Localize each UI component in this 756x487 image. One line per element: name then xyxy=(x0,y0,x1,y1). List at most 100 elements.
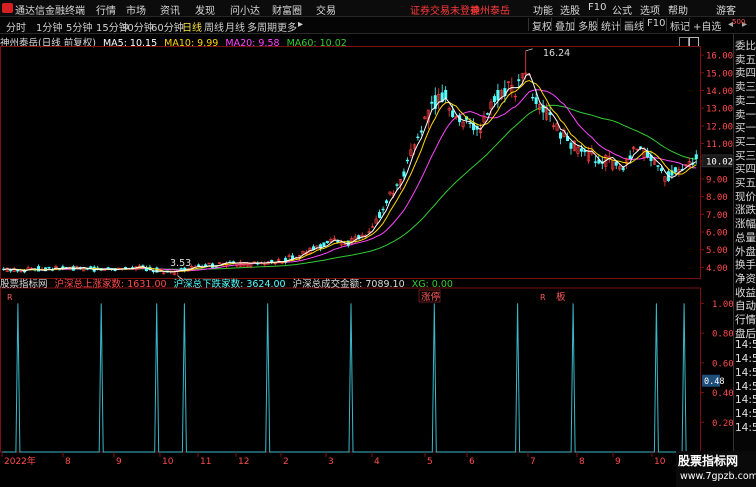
tab-fenshi[interactable]: 分时 xyxy=(6,19,26,34)
time-tick-label: 9 xyxy=(615,457,621,466)
sub-tick-label: 0.20 xyxy=(712,419,733,429)
tab-day[interactable]: 日线 xyxy=(182,19,202,34)
candle-body xyxy=(673,167,677,173)
menu-item-bangzhu[interactable]: 帮助 xyxy=(668,2,688,17)
site-watermark: 股票指标网 www.7gpzb.com xyxy=(676,451,756,487)
menu-item-jiaoyi[interactable]: 交易 xyxy=(316,2,336,17)
strip-item[interactable]: 盘后 xyxy=(735,326,756,339)
strip-item[interactable]: 现价 xyxy=(735,189,756,202)
candle-body xyxy=(381,208,385,211)
tab-5min[interactable]: 5分钟 xyxy=(66,19,92,34)
strip-item[interactable]: 涨跌 xyxy=(735,202,756,215)
strip-item[interactable]: 卖三 xyxy=(735,79,756,92)
strip-item[interactable]: 14:5 xyxy=(735,367,756,380)
rights-tag-1: R xyxy=(7,293,13,302)
btn-biaoji[interactable]: 标记 xyxy=(666,18,690,33)
menu-item-xuangu[interactable]: 选股 xyxy=(560,2,580,17)
candle-body xyxy=(496,89,500,101)
price-tick-label: 5.00 xyxy=(706,246,728,256)
btn-diejia[interactable]: 叠加 xyxy=(551,18,575,33)
strip-item[interactable]: 14:5 xyxy=(735,381,756,394)
tab-60min[interactable]: 60分钟 xyxy=(151,19,184,34)
strip-item[interactable]: 买三 xyxy=(735,148,756,161)
btn-tongji[interactable]: 统计 xyxy=(597,18,621,33)
strip-item[interactable]: 总量 xyxy=(735,230,756,243)
candle-body xyxy=(559,132,563,139)
tab-more[interactable]: 更多 xyxy=(277,19,297,34)
strip-item[interactable]: 卖四 xyxy=(735,65,756,78)
candle-body xyxy=(197,264,201,266)
menu-item-shichang[interactable]: 市场 xyxy=(126,2,146,17)
candle-body xyxy=(444,89,448,99)
rights-tag-2: R xyxy=(540,293,546,302)
strip-item[interactable]: 涨幅 xyxy=(735,216,756,229)
price-tick-label: 13.00 xyxy=(706,105,733,115)
guest-label[interactable]: 游客 xyxy=(716,2,736,17)
strip-item[interactable]: 委比 xyxy=(735,38,756,51)
candle-body xyxy=(694,154,698,160)
candle-body xyxy=(47,266,51,269)
strip-item[interactable]: 买五 xyxy=(735,175,756,188)
candle-body xyxy=(419,130,423,133)
candle-body xyxy=(16,270,20,272)
time-tick-label: 7 xyxy=(530,457,536,466)
btn-f10[interactable]: F10 xyxy=(643,18,665,31)
time-tick-label: 2 xyxy=(283,457,289,466)
strip-item[interactable]: 净资 xyxy=(735,271,756,284)
menu-item-gongshi[interactable]: 公式 xyxy=(612,2,632,17)
strip-item[interactable]: 14:5 xyxy=(735,339,756,352)
strip-item[interactable]: 14:5 xyxy=(735,353,756,366)
strip-top-number: 500 xyxy=(732,18,746,26)
menu-item-wenxiaoda[interactable]: 问小达 xyxy=(230,2,260,17)
indicator-name: 股票指标网 xyxy=(0,279,48,290)
time-tick-label: 9 xyxy=(116,457,122,466)
price-tick-label: 7.00 xyxy=(706,211,728,221)
strip-item[interactable]: 行情 xyxy=(735,312,756,325)
candle-body xyxy=(402,171,406,177)
app-logo-icon xyxy=(2,3,13,13)
btn-zixuan[interactable]: +自选 xyxy=(689,18,721,33)
candle-body xyxy=(322,242,326,247)
menu-item-xuanxiang[interactable]: 选项 xyxy=(640,2,660,17)
tab-1min[interactable]: 1分钟 xyxy=(36,19,62,34)
price-tick-label: 15.00 xyxy=(706,69,733,79)
menu-item-f10[interactable]: F10 xyxy=(588,2,606,13)
strip-item[interactable]: 卖五 xyxy=(735,52,756,65)
candle-body xyxy=(405,159,409,162)
strip-item[interactable]: 买一 xyxy=(735,120,756,133)
sub-tick-label: 0.80 xyxy=(712,330,733,340)
strip-item[interactable]: 换手 xyxy=(735,257,756,270)
time-tick-label: 8 xyxy=(579,457,585,466)
menu-item-gongneng[interactable]: 功能 xyxy=(533,2,553,17)
tab-multi[interactable]: 多周期 xyxy=(247,19,277,34)
up-count-label: 沪深总上涨家数: 1631.00 xyxy=(54,279,167,290)
price-tick-label: 8.00 xyxy=(706,193,728,203)
tab-week[interactable]: 周线 xyxy=(204,19,224,34)
time-tick-label: 2022年 xyxy=(4,455,36,466)
menu-item-faxian[interactable]: 发现 xyxy=(195,2,215,17)
strip-item[interactable]: 14:5 xyxy=(735,394,756,407)
price-chart[interactable]: 16.24 3.53 涨停 板 R R 16.00 15.00 14.00 13.00… xyxy=(0,46,733,466)
menu-item-zixun[interactable]: 资讯 xyxy=(160,2,180,17)
more-dropdown-icon[interactable]: ▸ xyxy=(298,19,303,30)
strip-item[interactable]: 收益 xyxy=(735,285,756,298)
strip-item[interactable]: 14:5 xyxy=(735,408,756,421)
strip-item[interactable]: 卖二 xyxy=(735,93,756,106)
menu-bar: 通达信金融终端 行情 市场 资讯 发现 问小达 财富圈 交易 证券交易未登录 神… xyxy=(0,0,756,17)
tab-month[interactable]: 月线 xyxy=(225,19,245,34)
strip-item[interactable]: 卖一 xyxy=(735,107,756,120)
tab-30min[interactable]: 30分钟 xyxy=(121,19,154,34)
strip-item[interactable]: 买二 xyxy=(735,134,756,147)
btn-huaxian[interactable]: 画线 xyxy=(620,18,644,33)
strip-item[interactable]: 自动 xyxy=(735,298,756,311)
price-tick-label: 14.00 xyxy=(706,87,733,97)
strip-item[interactable]: 买四 xyxy=(735,161,756,174)
btn-duogu[interactable]: 多股 xyxy=(574,18,598,33)
strip-item[interactable]: 14:5 xyxy=(735,422,756,435)
btn-fuquan[interactable]: 复权 xyxy=(528,18,552,33)
down-count-label: 沪深总下跌家数: 3624.00 xyxy=(173,279,286,290)
candle-body xyxy=(628,155,632,159)
menu-item-caifuquan[interactable]: 财富圈 xyxy=(272,2,302,17)
strip-item[interactable]: 外盘 xyxy=(735,244,756,257)
menu-item-hangqing[interactable]: 行情 xyxy=(96,2,116,17)
